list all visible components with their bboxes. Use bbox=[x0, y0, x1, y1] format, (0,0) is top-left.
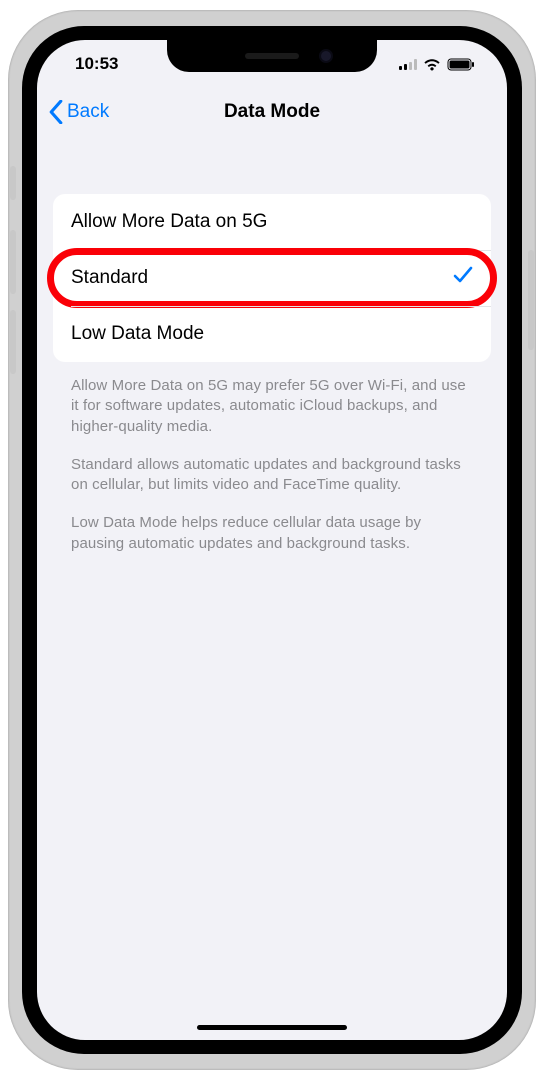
speaker-grille bbox=[245, 53, 299, 59]
battery-icon bbox=[447, 58, 475, 71]
volume-down-button bbox=[10, 310, 16, 374]
back-button[interactable]: Back bbox=[47, 88, 109, 136]
page-title: Data Mode bbox=[224, 101, 320, 123]
option-low-data-mode[interactable]: Low Data Mode bbox=[53, 306, 491, 362]
status-indicators bbox=[399, 58, 481, 71]
wifi-icon bbox=[423, 58, 441, 71]
footer-paragraph: Low Data Mode helps reduce cellular data… bbox=[71, 513, 473, 554]
checkmark-icon bbox=[453, 266, 473, 290]
option-label: Allow More Data on 5G bbox=[71, 211, 267, 233]
nav-bar: Back Data Mode bbox=[37, 88, 507, 136]
option-standard[interactable]: Standard bbox=[53, 250, 491, 306]
screen: 10:53 Back Data bbox=[37, 40, 507, 1040]
notch bbox=[167, 40, 377, 72]
option-label: Low Data Mode bbox=[71, 323, 204, 345]
option-label: Standard bbox=[71, 267, 148, 289]
status-time: 10:53 bbox=[63, 54, 118, 74]
phone-frame: 10:53 Back Data bbox=[8, 10, 536, 1070]
phone-bezel: 10:53 Back Data bbox=[22, 26, 522, 1054]
cellular-signal-icon bbox=[399, 59, 417, 70]
footer-paragraph: Allow More Data on 5G may prefer 5G over… bbox=[71, 376, 473, 437]
power-button bbox=[528, 250, 534, 350]
option-allow-more-data-5g[interactable]: Allow More Data on 5G bbox=[53, 194, 491, 250]
home-indicator[interactable] bbox=[197, 1025, 347, 1030]
volume-up-button bbox=[10, 230, 16, 294]
data-mode-options: Allow More Data on 5G Standard Low Data … bbox=[53, 194, 491, 362]
footer-description: Allow More Data on 5G may prefer 5G over… bbox=[53, 362, 491, 554]
footer-paragraph: Standard allows automatic updates and ba… bbox=[71, 455, 473, 496]
mute-switch bbox=[10, 166, 16, 200]
front-camera bbox=[319, 49, 333, 63]
chevron-left-icon bbox=[47, 100, 65, 124]
back-label: Back bbox=[67, 101, 109, 123]
content-area: Allow More Data on 5G Standard Low Data … bbox=[37, 136, 507, 554]
